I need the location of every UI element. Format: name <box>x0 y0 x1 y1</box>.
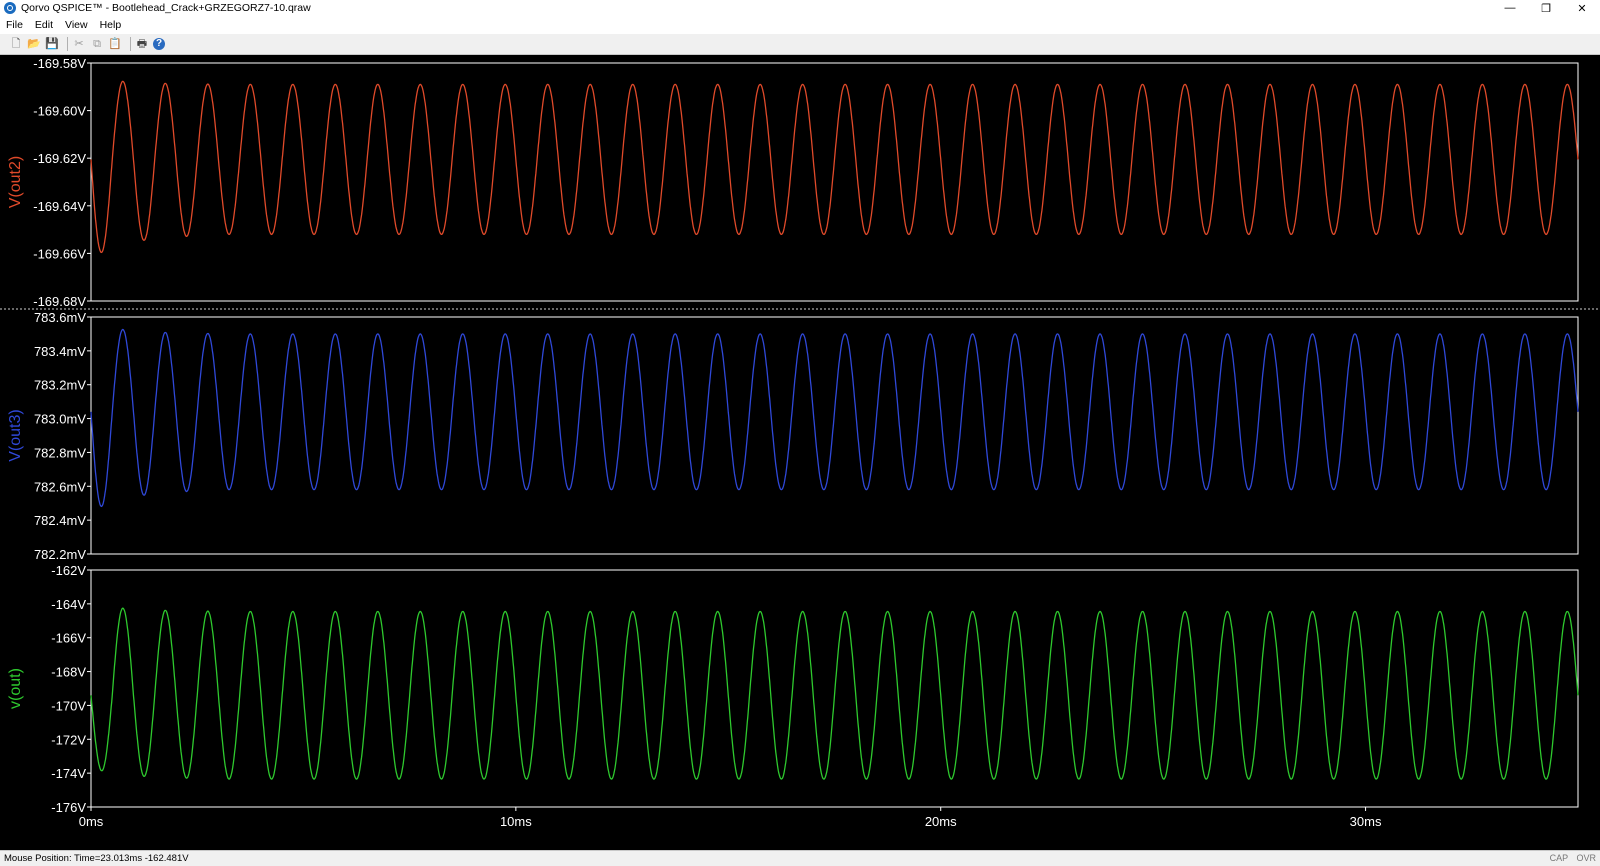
y-tick-label: -176V <box>51 800 86 815</box>
waveform-trace[interactable] <box>90 80 1579 254</box>
plot-frame <box>90 316 1579 555</box>
restore-button[interactable]: ❐ <box>1528 0 1564 16</box>
menu-bar: File Edit View Help <box>0 16 1600 34</box>
x-tick-label: 10ms <box>500 814 532 829</box>
y-tick-label: -169.58V <box>33 56 86 71</box>
y-tick-label: -172V <box>51 732 86 747</box>
print-icon[interactable]: 🖶 <box>135 37 149 51</box>
window-title: Qorvo QSPICE™ - Bootlehead_Crack+GRZEGOR… <box>21 2 311 14</box>
save-icon[interactable]: 💾 <box>45 37 59 51</box>
paste-icon[interactable]: 📋 <box>108 37 122 51</box>
y-tick-label: 783.2mV <box>34 378 86 393</box>
menu-view[interactable]: View <box>65 19 88 31</box>
x-tick-label: 0ms <box>79 814 104 829</box>
help-icon[interactable]: ? <box>153 38 165 50</box>
plot-frame <box>90 62 1579 302</box>
overwrite-indicator: OVR <box>1576 853 1596 863</box>
y-tick-label: 782.2mV <box>34 547 86 562</box>
trace-label[interactable]: V(out3) <box>7 409 24 461</box>
y-tick-label: 782.4mV <box>34 513 86 528</box>
caps-lock-indicator: CAP <box>1549 853 1568 863</box>
toolbar-separator <box>67 37 68 51</box>
menu-file[interactable]: File <box>6 19 23 31</box>
title-bar: Qorvo QSPICE™ - Bootlehead_Crack+GRZEGOR… <box>0 0 1600 16</box>
y-tick-label: -169.60V <box>33 104 86 119</box>
y-tick-label: -170V <box>51 698 86 713</box>
plot-pane-2[interactable]: 783.6mV 783.4mV 783.2mV 783.0mV 782.8mV 782.6… <box>7 310 1579 562</box>
y-tick-label: -166V <box>51 631 86 646</box>
close-button[interactable]: ✕ <box>1564 0 1600 16</box>
y-tick-label: -168V <box>51 665 86 680</box>
new-file-icon[interactable]: 🗋 <box>9 37 23 51</box>
waveform-trace[interactable] <box>90 328 1579 508</box>
mouse-position-readout: Mouse Position: Time=23.013ms -162.481V <box>4 853 189 864</box>
y-tick-label: 783.4mV <box>34 344 86 359</box>
y-tick-label: -169.64V <box>33 199 86 214</box>
toolbar-separator <box>130 37 131 51</box>
waveform-viewer[interactable]: -169.58V -169.60V -169.62V -169.64V -169.66V… <box>0 55 1600 850</box>
plot-pane-3[interactable]: -162V -164V -166V -168V -170V -172V -174V -176V… <box>7 563 1579 829</box>
cut-icon[interactable]: ✂ <box>72 37 86 51</box>
minimize-button[interactable]: — <box>1492 0 1528 16</box>
window-controls: — ❐ ✕ <box>1492 0 1600 16</box>
plot-pane-1[interactable]: -169.58V -169.60V -169.62V -169.64V -169.66V… <box>7 56 1579 309</box>
status-bar: Mouse Position: Time=23.013ms -162.481V … <box>0 850 1600 866</box>
open-folder-icon[interactable]: 📂 <box>27 37 41 51</box>
y-tick-label: -162V <box>51 563 86 578</box>
toolbar: 🗋 📂 💾 ✂ ⧉ 📋 🖶 ? <box>0 34 1600 55</box>
y-tick-label: 782.8mV <box>34 445 86 460</box>
y-tick-label: 783.6mV <box>34 310 86 325</box>
x-tick-label: 30ms <box>1350 814 1382 829</box>
key-indicators: CAP OVR <box>1544 853 1596 863</box>
y-tick-label: -164V <box>51 597 86 612</box>
waveform-plots[interactable]: -169.58V -169.60V -169.62V -169.64V -169.66V… <box>0 55 1600 850</box>
y-tick-label: -169.66V <box>33 246 86 261</box>
trace-label[interactable]: V(out2) <box>7 156 24 208</box>
trace-label[interactable]: v(out) <box>7 668 24 709</box>
x-tick-label: 20ms <box>925 814 957 829</box>
menu-edit[interactable]: Edit <box>35 19 53 31</box>
waveform-trace[interactable] <box>90 607 1579 780</box>
y-tick-label: -169.68V <box>33 294 86 309</box>
y-tick-label: -169.62V <box>33 151 86 166</box>
y-tick-label: -174V <box>51 766 86 781</box>
menu-help[interactable]: Help <box>100 19 122 31</box>
y-tick-label: 782.6mV <box>34 479 86 494</box>
qspice-app-icon <box>4 2 16 14</box>
y-tick-label: 783.0mV <box>34 412 86 427</box>
copy-icon[interactable]: ⧉ <box>90 37 104 51</box>
